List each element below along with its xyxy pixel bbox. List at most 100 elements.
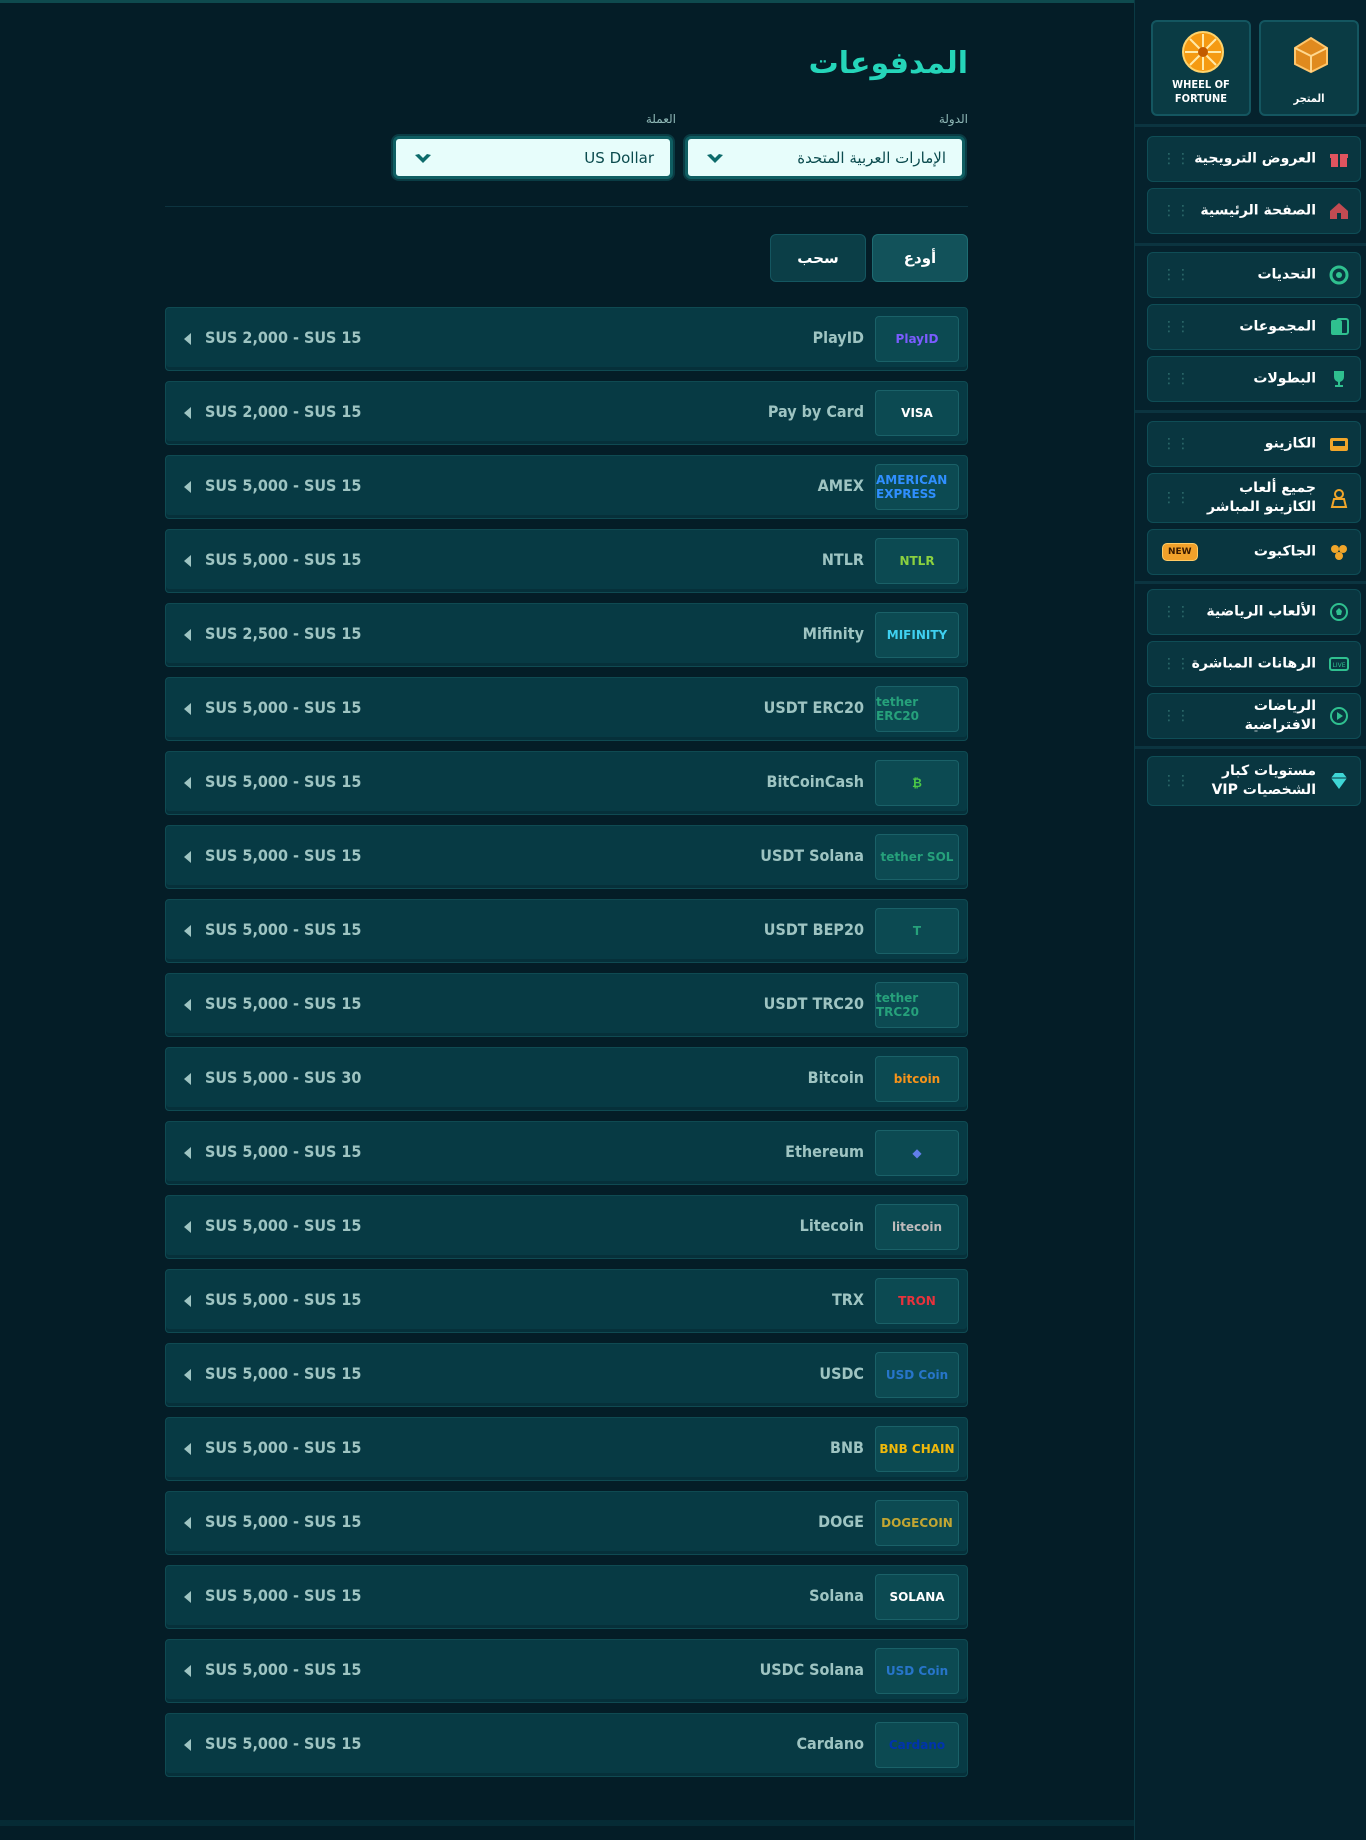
shop-tile[interactable]: المتجر: [1259, 20, 1359, 116]
nav-group-promos: العروض الترويجية ⋮⋮ الصفحة الرئيسية ⋮⋮: [1147, 136, 1361, 240]
payment-logo: NTLR: [875, 538, 959, 584]
chevron-left-icon: [184, 1517, 191, 1529]
drag-handle-icon[interactable]: ⋮⋮: [1162, 319, 1190, 335]
payment-logo: tether ERC20: [875, 686, 959, 732]
payment-method-row[interactable]: DOGECOIN DOGE SUS 5,000 - SUS 15: [165, 1491, 968, 1555]
sidebar-item[interactable]: الرياضات الافتراضية ⋮⋮: [1147, 693, 1361, 739]
payment-method-row[interactable]: T USDT BEP20 SUS 5,000 - SUS 15: [165, 899, 968, 963]
payment-logo-text: tether SOL: [880, 850, 954, 864]
payment-method-row[interactable]: USD Coin USDC SUS 5,000 - SUS 15: [165, 1343, 968, 1407]
bottom-border: [0, 1820, 1134, 1826]
payment-method-name: BNB: [830, 1438, 864, 1457]
sidebar-item[interactable]: جميع ألعاب الكازينو المباشر ⋮⋮: [1147, 473, 1361, 523]
drag-handle-icon[interactable]: ⋮⋮: [1162, 203, 1190, 219]
payment-method-name: USDC: [819, 1364, 864, 1383]
payment-method-row[interactable]: ◆ Ethereum SUS 5,000 - SUS 15: [165, 1121, 968, 1185]
payment-logo-text: ◆: [912, 1146, 922, 1160]
drag-handle-icon[interactable]: ⋮⋮: [1162, 773, 1190, 789]
wheel-of-fortune-tile[interactable]: WHEEL OF FORTUNE: [1151, 20, 1251, 116]
sidebar-item[interactable]: الكازينو ⋮⋮: [1147, 421, 1361, 467]
payment-logo: ₿: [875, 760, 959, 806]
payment-limits: SUS 5,000 - SUS 15: [205, 476, 362, 495]
payment-limits: SUS 5,000 - SUS 15: [205, 1290, 362, 1309]
payment-logo-text: Cardano: [888, 1738, 946, 1752]
payment-logo-text: SOLANA: [889, 1590, 945, 1604]
sidebar-item-label: العروض الترويجية: [1194, 150, 1316, 167]
payment-method-row[interactable]: PlayID PlayID SUS 2,000 - SUS 15: [165, 307, 968, 371]
chevron-down-icon: [707, 154, 723, 163]
payment-method-row[interactable]: VISA Pay by Card SUS 2,000 - SUS 15: [165, 381, 968, 445]
payment-method-name: PlayID: [812, 328, 864, 347]
tab-deposit[interactable]: أودع: [872, 234, 968, 282]
payment-logo-text: VISA: [901, 406, 933, 420]
payment-logo: AMERICAN EXPRESS: [875, 464, 959, 510]
diamond-icon: [1331, 773, 1347, 789]
payment-limits: SUS 5,000 - SUS 15: [205, 1364, 362, 1383]
payment-method-row[interactable]: litecoin Litecoin SUS 5,000 - SUS 15: [165, 1195, 968, 1259]
chevron-left-icon: [184, 1295, 191, 1307]
chevron-left-icon: [184, 999, 191, 1011]
payment-limits: SUS 5,000 - SUS 15: [205, 772, 362, 791]
payment-method-row[interactable]: USD Coin USDC Solana SUS 5,000 - SUS 15: [165, 1639, 968, 1703]
country-select[interactable]: الإمارات العربية المتحدة: [685, 136, 965, 179]
payment-logo: PlayID: [875, 316, 959, 362]
payment-method-name: USDT ERC20: [763, 698, 864, 717]
payment-method-row[interactable]: Cardano Cardano SUS 5,000 - SUS 15: [165, 1713, 968, 1777]
payment-logo: TRON: [875, 1278, 959, 1324]
nav-group-sports: الألعاب الرياضية ⋮⋮ LIVE الرهانات المباشرة ⋮…: [1147, 589, 1361, 745]
sidebar-item[interactable]: العروض الترويجية ⋮⋮: [1147, 136, 1361, 182]
payment-method-name: Mifinity: [802, 624, 864, 643]
payment-method-row[interactable]: TRON TRX SUS 5,000 - SUS 15: [165, 1269, 968, 1333]
trophy-icon: [1334, 371, 1344, 387]
sidebar-item-label: الرهانات المباشرة: [1191, 655, 1316, 672]
drag-handle-icon[interactable]: ⋮⋮: [1162, 604, 1190, 620]
home-icon: [1330, 203, 1348, 219]
payment-logo: litecoin: [875, 1204, 959, 1250]
payment-method-row[interactable]: ₿ BitCoinCash SUS 5,000 - SUS 15: [165, 751, 968, 815]
sidebar-item[interactable]: مستويات كبار الشخصيات VIP ⋮⋮: [1147, 756, 1361, 806]
payment-method-row[interactable]: AMERICAN EXPRESS AMEX SUS 5,000 - SUS 15: [165, 455, 968, 519]
drag-handle-icon[interactable]: ⋮⋮: [1162, 656, 1190, 672]
payment-logo-text: AMERICAN EXPRESS: [876, 473, 948, 501]
chevron-left-icon: [184, 407, 191, 419]
payment-method-row[interactable]: bitcoin Bitcoin SUS 5,000 - SUS 30: [165, 1047, 968, 1111]
drag-handle-icon[interactable]: ⋮⋮: [1162, 490, 1190, 506]
tab-withdraw[interactable]: سحب: [770, 234, 866, 282]
payment-method-row[interactable]: tether TRC20 USDT TRC20 SUS 5,000 - SUS 15: [165, 973, 968, 1037]
payment-limits: SUS 2,000 - SUS 15: [205, 402, 362, 421]
payment-method-row[interactable]: BNB CHAIN BNB SUS 5,000 - SUS 15: [165, 1417, 968, 1481]
sidebar-item[interactable]: المجموعات ⋮⋮: [1147, 304, 1361, 350]
payment-method-name: TRX: [831, 1290, 864, 1309]
payment-logo: DOGECOIN: [875, 1500, 959, 1546]
payment-method-row[interactable]: SOLANA Solana SUS 5,000 - SUS 15: [165, 1565, 968, 1629]
chevron-left-icon: [184, 703, 191, 715]
payment-logo: ◆: [875, 1130, 959, 1176]
sidebar-item[interactable]: الألعاب الرياضية ⋮⋮: [1147, 589, 1361, 635]
payment-logo: bitcoin: [875, 1056, 959, 1102]
payment-logo: SOLANA: [875, 1574, 959, 1620]
payment-logo-text: USD Coin: [885, 1664, 949, 1678]
payment-method-name: Pay by Card: [767, 402, 864, 421]
sidebar-item[interactable]: الجاكبوت NEW: [1147, 529, 1361, 575]
payment-method-row[interactable]: tether SOL USDT Solana SUS 5,000 - SUS 15: [165, 825, 968, 889]
payment-method-row[interactable]: tether ERC20 USDT ERC20 SUS 5,000 - SUS 15: [165, 677, 968, 741]
drag-handle-icon[interactable]: ⋮⋮: [1162, 708, 1190, 724]
sidebar-divider: [1135, 746, 1366, 749]
payment-method-row[interactable]: MIFINITY Mifinity SUS 2,500 - SUS 15: [165, 603, 968, 667]
payment-limits: SUS 5,000 - SUS 15: [205, 846, 362, 865]
live-icon: LIVE: [1329, 657, 1349, 671]
sidebar-item[interactable]: الصفحة الرئيسية ⋮⋮: [1147, 188, 1361, 234]
sidebar-item[interactable]: التحديات ⋮⋮: [1147, 252, 1361, 298]
payment-method-row[interactable]: NTLR NTLR SUS 5,000 - SUS 15: [165, 529, 968, 593]
treasure-chest-icon: [1294, 36, 1328, 74]
drag-handle-icon[interactable]: ⋮⋮: [1162, 267, 1190, 283]
sidebar-item[interactable]: LIVE الرهانات المباشرة ⋮⋮: [1147, 641, 1361, 687]
drag-handle-icon[interactable]: ⋮⋮: [1162, 371, 1190, 387]
payment-logo: Cardano: [875, 1722, 959, 1768]
drag-handle-icon[interactable]: ⋮⋮: [1162, 436, 1190, 452]
sidebar-item[interactable]: البطولات ⋮⋮: [1147, 356, 1361, 402]
drag-handle-icon[interactable]: ⋮⋮: [1162, 151, 1190, 167]
payment-limits: SUS 5,000 - SUS 15: [205, 920, 362, 939]
sidebar-item-label: البطولات: [1253, 370, 1316, 387]
currency-select[interactable]: US Dollar: [393, 136, 673, 179]
